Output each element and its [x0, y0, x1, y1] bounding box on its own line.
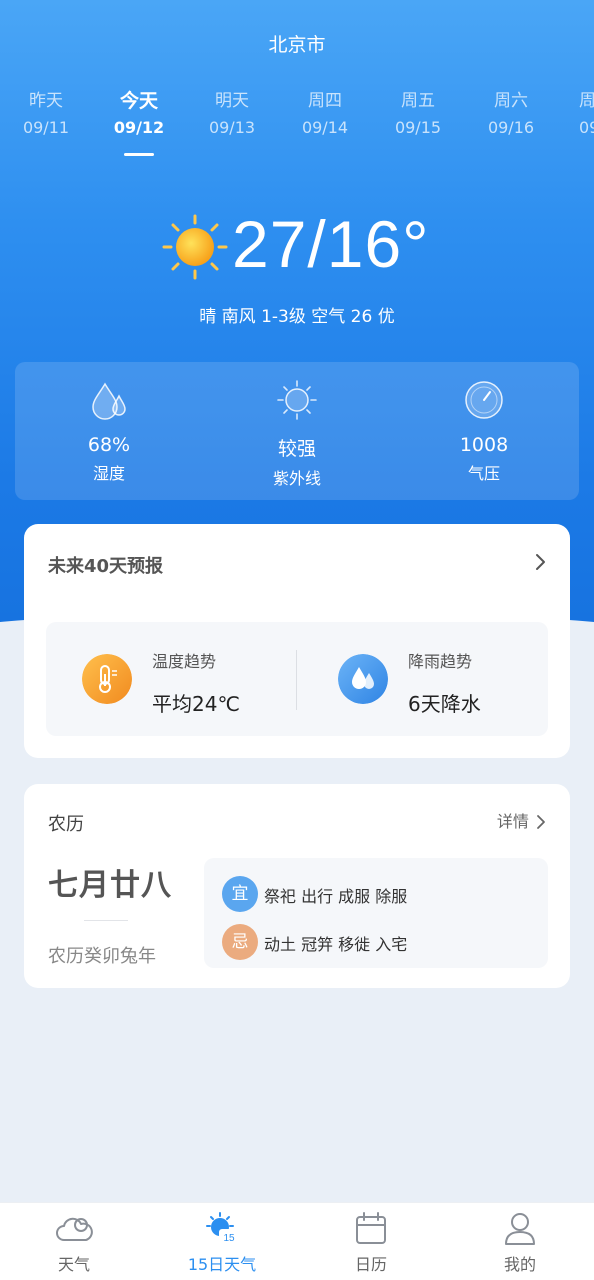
sun-15-icon: 15: [206, 1212, 239, 1244]
weather-stats-panel: 68% 湿度 较强 紫外线 1008 气压: [15, 362, 579, 500]
day-date: 09/11: [22, 118, 70, 137]
lunar-date: 七月廿八: [48, 868, 172, 903]
lunar-detail-label: 详情: [496, 812, 529, 831]
day-tab-today[interactable]: 今天 09/12: [99, 86, 179, 137]
bottom-tab-bar: 天气 15 15日天气 日历 我的: [0, 1202, 594, 1280]
city-name[interactable]: 北京市: [0, 30, 594, 57]
tab-icon-badge: 15: [223, 1233, 235, 1244]
stat-pressure: 1008 气压: [414, 378, 554, 484]
day-tab-thu[interactable]: 周四 09/14: [285, 86, 365, 137]
day-tab-fri[interactable]: 周五 09/15: [378, 86, 458, 137]
day-tab-sat[interactable]: 周六 09/16: [471, 86, 551, 137]
forecast-40-title: 未来40天预报: [48, 556, 164, 577]
ji-items: 动土 冠笄 移徙 入宅: [264, 935, 408, 954]
lunar-calendar-card: 农历 详情 七月廿八 农历癸卯兔年 宜 祭祀 出行 成服 除服 忌 动土 冠笄 …: [24, 784, 570, 988]
raindrop-icon: [338, 654, 388, 704]
rain-trend[interactable]: 降雨趋势 6天降水: [338, 646, 538, 716]
lunar-year: 农历癸卯兔年: [48, 946, 156, 967]
uv-icon: [277, 380, 317, 420]
sun-icon: [162, 214, 228, 280]
humidity-value: 68%: [87, 434, 131, 456]
ji-row: 忌 动土 冠笄 移徙 入宅: [222, 924, 532, 960]
lunar-detail-link[interactable]: 详情: [497, 808, 546, 832]
rain-trend-label: 降雨趋势: [408, 652, 473, 671]
day-date: 09/15: [394, 118, 442, 137]
temperature-range: 27/16°: [232, 207, 430, 281]
tab-15-day-label: 15日天气: [187, 1255, 257, 1274]
uv-value: 较强: [277, 438, 316, 460]
day-name: 周四: [308, 91, 342, 111]
temperature-trend-label: 温度趋势: [152, 652, 217, 671]
temperature-trend[interactable]: 温度趋势 平均24℃: [82, 646, 282, 716]
day-date: 09/14: [301, 118, 349, 137]
tab-weather-label: 天气: [57, 1255, 90, 1274]
lunar-title: 农历: [48, 814, 84, 835]
tab-weather[interactable]: 天气: [24, 1211, 124, 1275]
calendar-icon: [356, 1212, 386, 1244]
day-name: 明天: [215, 91, 249, 111]
day-date: 09: [579, 118, 594, 137]
lunar-separator: [84, 920, 128, 921]
rain-trend-value: 6天降水: [408, 692, 481, 716]
ji-badge: 忌: [222, 924, 258, 960]
chevron-right-icon[interactable]: [532, 552, 548, 572]
day-name: 周: [579, 91, 594, 111]
pressure-icon: [465, 381, 503, 419]
day-tab-yesterday[interactable]: 昨天 09/11: [6, 86, 86, 137]
yi-ji-panel: 宜 祭祀 出行 成服 除服 忌 动土 冠笄 移徙 入宅: [204, 858, 548, 968]
day-name: 周五: [401, 91, 435, 111]
day-name: 今天: [119, 90, 158, 112]
trend-panel: 温度趋势 平均24℃ 降雨趋势 6天降水: [46, 622, 548, 736]
day-selector: 昨天 09/11 今天 09/12 明天 09/13 周四 09/14 周五 0…: [0, 86, 594, 162]
cloud-icon: [56, 1217, 93, 1241]
day-date: 09/13: [208, 118, 256, 137]
day-date: 09/12: [113, 118, 165, 137]
stat-humidity: 68% 湿度: [39, 378, 179, 484]
humidity-label: 湿度: [92, 464, 125, 483]
user-icon: [505, 1213, 535, 1245]
tab-calendar-label: 日历: [354, 1255, 387, 1274]
pressure-label: 气压: [467, 464, 500, 483]
tab-15-day-weather[interactable]: 15 15日天气: [172, 1211, 272, 1275]
stat-uv: 较强 紫外线: [227, 378, 367, 489]
trend-divider: [296, 650, 297, 710]
day-tab-sun-partial[interactable]: 周 09: [579, 86, 594, 137]
humidity-icon: [92, 382, 126, 420]
day-date: 09/16: [487, 118, 535, 137]
tab-profile-label: 我的: [503, 1255, 536, 1274]
yi-badge: 宜: [222, 876, 258, 912]
pressure-value: 1008: [459, 434, 509, 456]
weather-condition: 晴 南风 1-3级 空气 26 优: [199, 307, 395, 327]
yi-row: 宜 祭祀 出行 成服 除服: [222, 876, 532, 912]
thermometer-icon: [82, 654, 132, 704]
uv-label: 紫外线: [272, 469, 321, 488]
current-weather: 27/16°: [0, 207, 594, 288]
active-day-indicator: [124, 153, 154, 156]
day-name: 昨天: [29, 91, 63, 111]
yi-items: 祭祀 出行 成服 除服: [264, 887, 408, 906]
chevron-right-icon: [537, 815, 545, 829]
day-name: 周六: [494, 91, 528, 111]
forecast-40-card[interactable]: 未来40天预报 温度趋势 平均24℃ 降雨趋势 6天降水: [24, 524, 570, 758]
tab-calendar[interactable]: 日历: [321, 1211, 421, 1275]
temperature-trend-value: 平均24℃: [152, 692, 240, 716]
day-tab-tomorrow[interactable]: 明天 09/13: [192, 86, 272, 137]
tab-profile[interactable]: 我的: [470, 1211, 570, 1275]
